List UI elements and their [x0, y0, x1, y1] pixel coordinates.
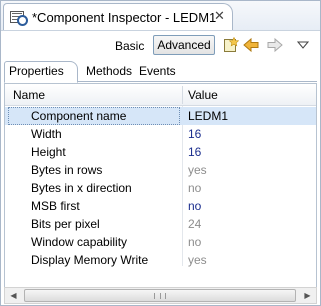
property-row-bits-per-pixel[interactable]: Bits per pixel 24	[5, 215, 316, 233]
scroll-right-icon[interactable]: ▶	[299, 288, 316, 303]
close-icon[interactable]: ✕	[214, 8, 225, 24]
property-name: Bytes in rows	[31, 163, 103, 177]
new-note-icon[interactable]	[222, 36, 240, 54]
property-value[interactable]: no	[188, 199, 201, 213]
property-row-msb-first[interactable]: MSB first no	[5, 197, 316, 215]
tab-methods[interactable]: Methods	[82, 62, 136, 82]
property-name: Width	[31, 127, 62, 141]
property-name: Window capability	[31, 235, 128, 249]
forward-arrow-icon[interactable]	[266, 36, 284, 54]
inspector-toolbar: Basic Advanced	[1, 31, 320, 59]
property-row-bytes-in-rows[interactable]: Bytes in rows yes	[5, 161, 316, 179]
scrollbar-thumb[interactable]	[24, 289, 296, 302]
tab-events[interactable]: Events	[135, 62, 180, 82]
property-value[interactable]: yes	[188, 163, 207, 177]
property-name: Bytes in x direction	[31, 181, 132, 195]
property-row-component-name[interactable]: Component name LEDM1	[5, 107, 316, 125]
grid-header: Name Value	[5, 84, 316, 106]
column-header-value[interactable]: Value	[188, 88, 218, 102]
property-value[interactable]: LEDM1	[188, 109, 228, 123]
property-value[interactable]: 16	[188, 127, 201, 141]
property-value[interactable]: 16	[188, 145, 201, 159]
property-row-height[interactable]: Height 16	[5, 143, 316, 161]
inspector-icon	[10, 11, 28, 26]
component-inspector-view: *Component Inspector - LEDM1 ✕ Basic Adv…	[0, 0, 321, 306]
property-value[interactable]: yes	[188, 253, 207, 267]
view-menu-icon[interactable]	[294, 36, 312, 54]
grip-icon	[154, 293, 166, 299]
column-divider[interactable]	[182, 86, 183, 104]
back-arrow-icon[interactable]	[242, 36, 260, 54]
property-row-window-capability[interactable]: Window capability no	[5, 233, 316, 251]
properties-grid: Name Value Component name LEDM1 Width 16…	[4, 83, 317, 288]
property-name: Component name	[31, 109, 127, 123]
inspector-tabs: Properties Methods Events	[4, 61, 317, 83]
property-value[interactable]: no	[188, 235, 201, 249]
component-inspector-tab[interactable]: *Component Inspector - LEDM1 ✕	[3, 3, 233, 30]
view-title: *Component Inspector - LEDM1	[32, 10, 217, 25]
column-header-name[interactable]: Name	[13, 88, 45, 102]
property-row-display-memory-write[interactable]: Display Memory Write yes	[5, 251, 316, 269]
property-row-width[interactable]: Width 16	[5, 125, 316, 143]
view-title-bar: *Component Inspector - LEDM1 ✕	[1, 1, 320, 31]
scroll-left-icon[interactable]: ◀	[5, 288, 22, 303]
property-name: Bits per pixel	[31, 217, 100, 231]
basic-mode-button[interactable]: Basic	[115, 39, 144, 53]
tab-properties[interactable]: Properties	[4, 61, 78, 83]
property-name: Display Memory Write	[31, 253, 149, 267]
property-row-bytes-in-x-direction[interactable]: Bytes in x direction no	[5, 179, 316, 197]
advanced-mode-button[interactable]: Advanced	[153, 35, 215, 55]
property-name: Height	[31, 145, 66, 159]
property-value[interactable]: no	[188, 181, 201, 195]
horizontal-scrollbar[interactable]: ◀ ▶	[4, 287, 317, 304]
property-value[interactable]: 24	[188, 217, 201, 231]
property-name: MSB first	[31, 199, 80, 213]
